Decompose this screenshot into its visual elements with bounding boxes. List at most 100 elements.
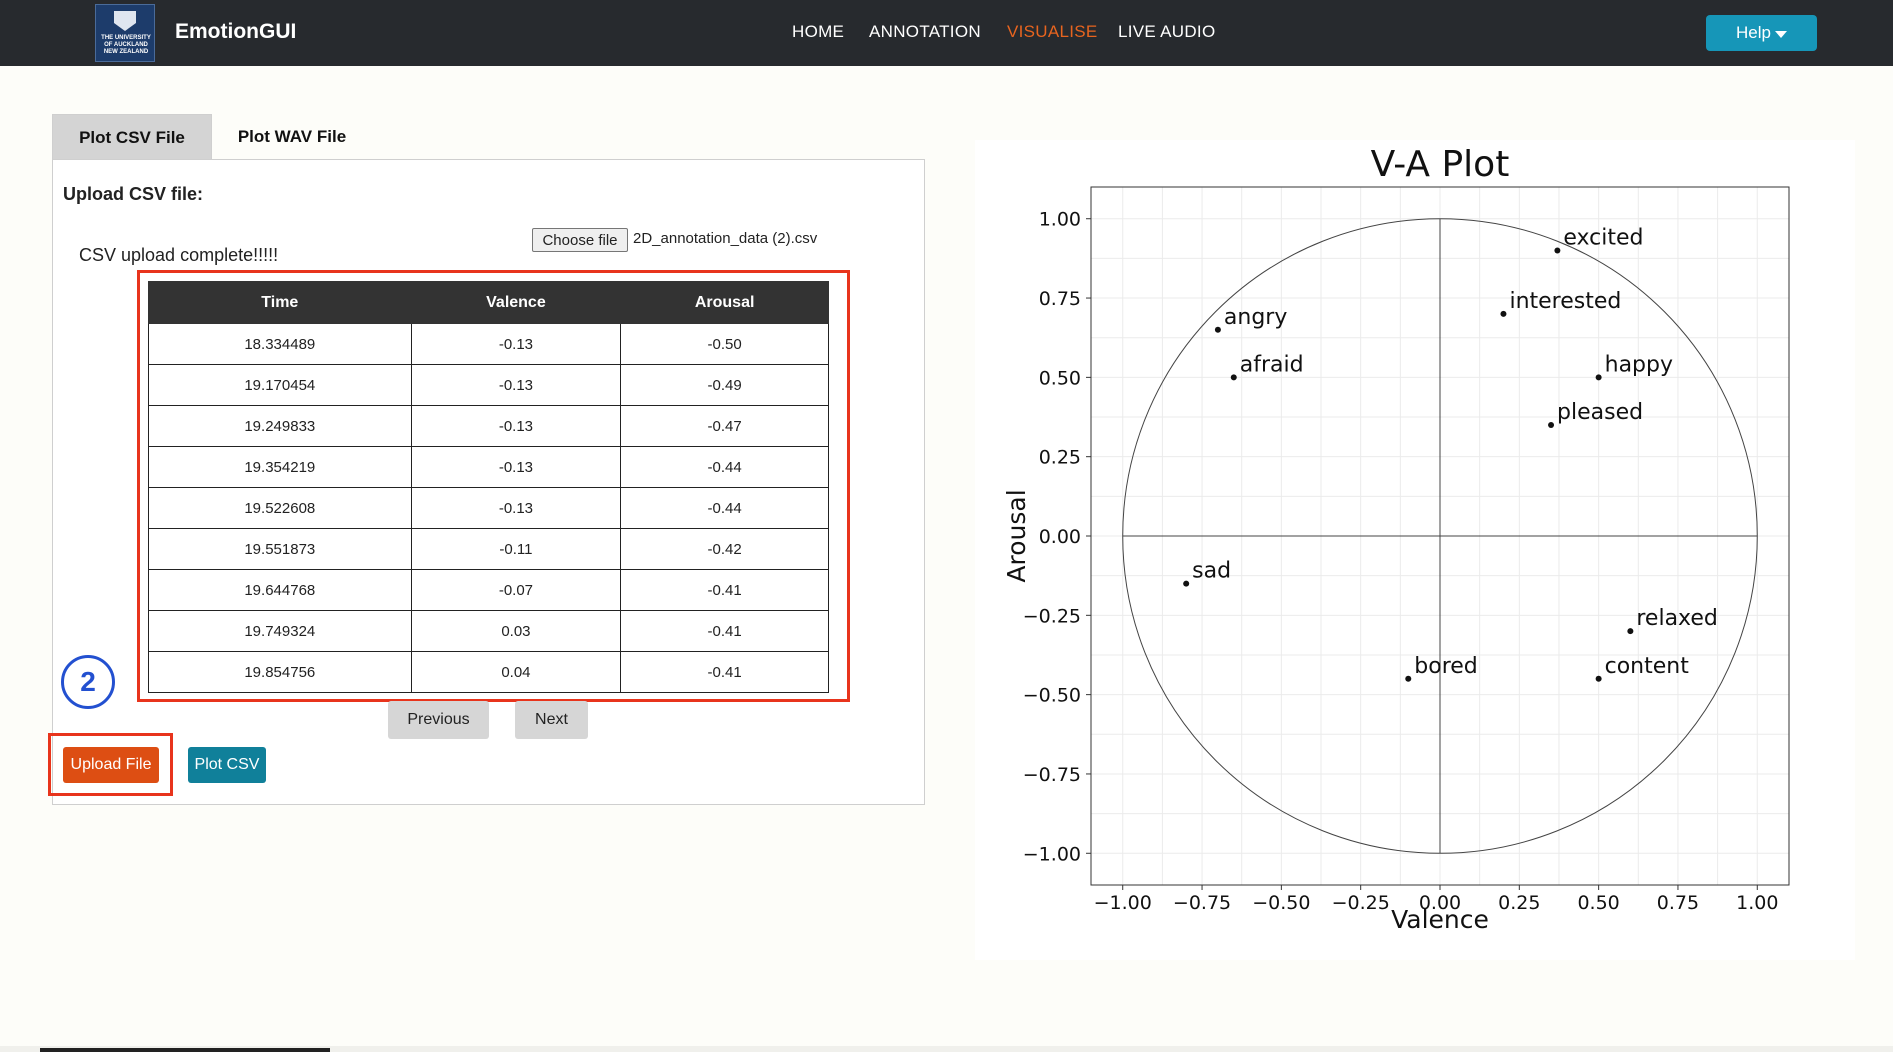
- y-tick-label: 0.25: [1039, 447, 1081, 469]
- x-axis-label: Valence: [1391, 905, 1489, 934]
- y-tick-label: −1.00: [1023, 843, 1081, 865]
- nav-home[interactable]: HOME: [792, 22, 844, 42]
- y-tick-label: −0.50: [1023, 685, 1081, 707]
- y-tick-label: −0.25: [1023, 605, 1081, 627]
- crest-icon: [114, 11, 136, 31]
- caret-down-icon: [1774, 30, 1787, 38]
- cell-arousal: -0.41: [620, 569, 829, 611]
- choose-file-button[interactable]: Choose file: [532, 228, 628, 252]
- cell-arousal: -0.50: [620, 323, 829, 365]
- upload-label: Upload CSV file:: [63, 184, 204, 204]
- tab-plot-csv[interactable]: Plot CSV File: [52, 114, 212, 160]
- cell-valence: -0.13: [410, 446, 622, 488]
- cell-time: 18.334489: [148, 323, 412, 365]
- point-label-angry: angry: [1224, 305, 1287, 330]
- upload-file-button[interactable]: Upload File: [63, 747, 159, 783]
- cell-time: 19.522608: [148, 487, 412, 529]
- scroll-indicator: [40, 1048, 330, 1052]
- cell-valence: 0.03: [410, 610, 622, 652]
- x-tick-label: −0.75: [1173, 892, 1231, 914]
- point-excited: [1554, 247, 1561, 254]
- cell-arousal: -0.41: [620, 610, 829, 652]
- x-tick-label: 1.00: [1736, 892, 1778, 914]
- nav-visualise[interactable]: VISUALISE: [1007, 22, 1098, 42]
- header-time: Time: [148, 281, 412, 324]
- selected-file-name: 2D_annotation_data (2).csv: [633, 230, 818, 247]
- cell-time: 19.854756: [148, 651, 412, 693]
- point-bored: [1405, 675, 1412, 682]
- cell-time: 19.551873: [148, 528, 412, 570]
- cell-valence: -0.07: [410, 569, 622, 611]
- y-tick-label: 0.00: [1039, 526, 1081, 548]
- cell-arousal: -0.44: [620, 487, 829, 529]
- x-tick-label: 0.75: [1657, 892, 1699, 914]
- cell-valence: -0.13: [410, 487, 622, 529]
- point-label-bored: bored: [1414, 654, 1478, 679]
- tab-plot-wav[interactable]: Plot WAV File: [212, 114, 372, 160]
- y-tick-label: 1.00: [1039, 209, 1081, 231]
- cell-valence: -0.11: [410, 528, 622, 570]
- point-pleased: [1548, 421, 1555, 428]
- plot-csv-button[interactable]: Plot CSV: [188, 747, 266, 783]
- nav-annotation[interactable]: ANNOTATION: [869, 22, 981, 42]
- chart-title: V-A Plot: [1371, 144, 1510, 185]
- nav-live-audio[interactable]: LIVE AUDIO: [1118, 22, 1215, 42]
- brand-name[interactable]: EmotionGUI: [175, 20, 296, 44]
- cell-arousal: -0.47: [620, 405, 829, 447]
- cell-arousal: -0.49: [620, 364, 829, 406]
- upload-status: CSV upload complete!!!!!: [79, 245, 279, 265]
- point-label-afraid: afraid: [1240, 352, 1304, 377]
- cell-valence: -0.13: [410, 364, 622, 406]
- va-plot: −1.00 −0.75 −0.50 −0.25 0.00 0.25 0.50 0.75 1.00…: [1002, 144, 1790, 934]
- step-marker: 2: [61, 655, 115, 709]
- point-angry: [1214, 326, 1221, 333]
- annotation-table: Time Valence Arousal 18.334489 -0.13 -0.50…: [148, 281, 829, 693]
- top-navbar: THE UNIVERSITY OF AUCKLAND NEW ZEALAND E…: [0, 0, 1893, 66]
- header-valence: Valence: [410, 281, 622, 324]
- cell-arousal: -0.44: [620, 446, 829, 488]
- point-afraid: [1230, 374, 1237, 381]
- y-tick-label: −0.75: [1023, 764, 1081, 786]
- cell-time: 19.170454: [148, 364, 412, 406]
- point-label-relaxed: relaxed: [1636, 606, 1718, 631]
- university-logo[interactable]: THE UNIVERSITY OF AUCKLAND NEW ZEALAND: [95, 4, 155, 62]
- y-axis-label: Arousal: [1002, 489, 1031, 582]
- point-label-excited: excited: [1563, 225, 1643, 250]
- x-tick-label: 0.50: [1577, 892, 1619, 914]
- y-tick-label: 0.50: [1039, 367, 1081, 389]
- cell-arousal: -0.42: [620, 528, 829, 570]
- point-happy: [1595, 374, 1602, 381]
- help-button[interactable]: Help: [1706, 15, 1817, 51]
- cell-time: 19.354219: [148, 446, 412, 488]
- va-plot-area: −1.00 −0.75 −0.50 −0.25 0.00 0.25 0.50 0.75 1.00…: [975, 140, 1855, 960]
- point-label-sad: sad: [1192, 559, 1231, 584]
- cell-arousal: -0.41: [620, 651, 829, 693]
- table-row: 19.354219 -0.13 -0.44: [148, 446, 829, 488]
- table-row: 19.249833 -0.13 -0.47: [148, 405, 829, 447]
- table-row: 19.644768 -0.07 -0.41: [148, 569, 829, 611]
- logo-text: THE UNIVERSITY OF AUCKLAND NEW ZEALAND: [101, 35, 151, 55]
- help-label: Help: [1736, 23, 1771, 42]
- point-label-content: content: [1605, 654, 1690, 679]
- table-row: 19.854756 0.04 -0.41: [148, 651, 829, 693]
- y-tick-label: 0.75: [1039, 288, 1081, 310]
- point-relaxed: [1627, 628, 1634, 635]
- previous-button[interactable]: Previous: [388, 701, 489, 739]
- x-tick-label: −0.50: [1252, 892, 1310, 914]
- table-row: 19.749324 0.03 -0.41: [148, 610, 829, 652]
- table-row: 19.551873 -0.11 -0.42: [148, 528, 829, 570]
- table-row: 19.522608 -0.13 -0.44: [148, 487, 829, 529]
- point-interested: [1500, 310, 1507, 317]
- point-label-interested: interested: [1509, 289, 1621, 314]
- cell-valence: -0.13: [410, 323, 622, 365]
- cell-valence: 0.04: [410, 651, 622, 693]
- header-arousal: Arousal: [620, 281, 829, 324]
- point-sad: [1183, 580, 1190, 587]
- table-row: 19.170454 -0.13 -0.49: [148, 364, 829, 406]
- cell-valence: -0.13: [410, 405, 622, 447]
- cell-time: 19.249833: [148, 405, 412, 447]
- next-button[interactable]: Next: [515, 701, 588, 739]
- table-row: 18.334489 -0.13 -0.50: [148, 323, 829, 365]
- x-tick-label: −1.00: [1094, 892, 1152, 914]
- cell-time: 19.644768: [148, 569, 412, 611]
